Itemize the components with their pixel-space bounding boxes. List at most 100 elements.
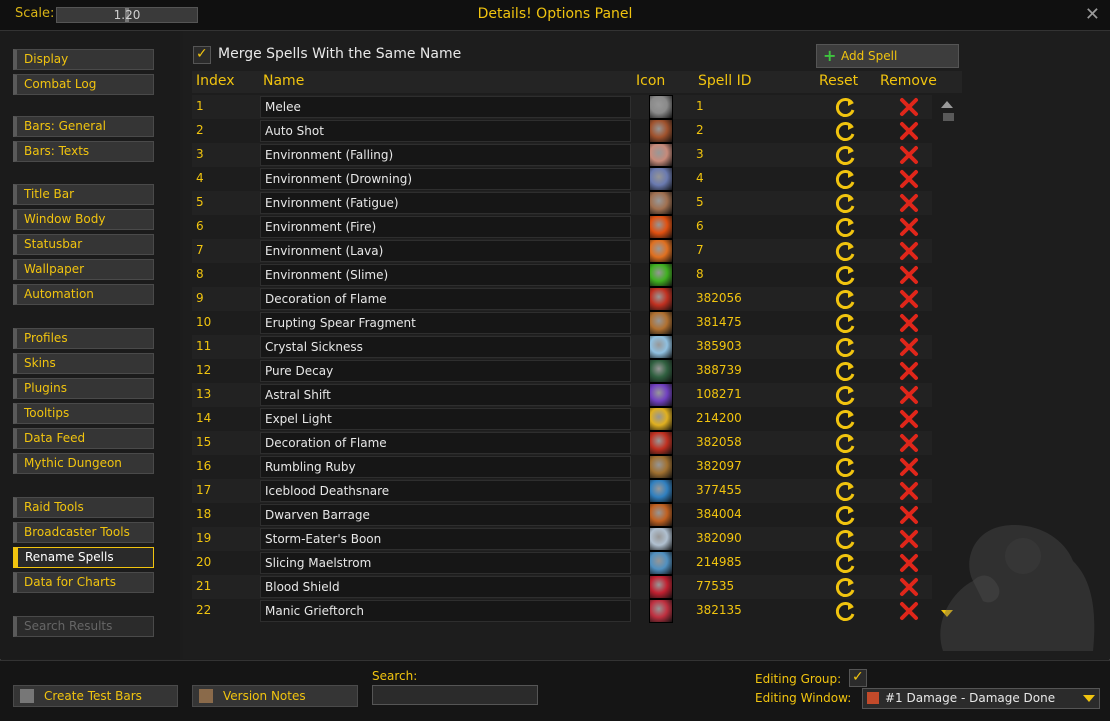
spell-name-field[interactable]: Blood Shield [260,576,631,598]
reset-icon[interactable] [834,599,858,623]
sidebar-item-broadcaster-tools[interactable]: Broadcaster Tools [13,522,154,543]
spell-name-field[interactable]: Environment (Drowning) [260,168,631,190]
reset-icon[interactable] [834,143,858,167]
spell-name-field[interactable]: Slicing Maelstrom [260,552,631,574]
remove-icon[interactable] [897,479,921,503]
sidebar-item-tooltips[interactable]: Tooltips [13,403,154,424]
reset-icon[interactable] [834,575,858,599]
remove-icon[interactable] [897,119,921,143]
reset-icon[interactable] [834,455,858,479]
reset-icon[interactable] [834,551,858,575]
remove-icon[interactable] [897,431,921,455]
remove-icon[interactable] [897,95,921,119]
add-spell-button[interactable]: + Add Spell [816,44,959,68]
remove-icon[interactable] [897,383,921,407]
reset-icon[interactable] [834,335,858,359]
remove-icon[interactable] [897,215,921,239]
remove-icon[interactable] [897,407,921,431]
reset-icon[interactable] [834,191,858,215]
check-icon: ✓ [852,669,864,685]
spell-name-field[interactable]: Environment (Falling) [260,144,631,166]
remove-icon[interactable] [897,263,921,287]
spell-id: 77535 [696,579,735,593]
reset-icon[interactable] [834,287,858,311]
remove-icon[interactable] [897,143,921,167]
reset-icon[interactable] [834,311,858,335]
editing-group-checkbox[interactable]: ✓ [849,669,867,687]
spell-name-field[interactable]: Astral Shift [260,384,631,406]
remove-icon[interactable] [897,335,921,359]
reset-icon[interactable] [834,527,858,551]
spell-name-field[interactable]: Erupting Spear Fragment [260,312,631,334]
sidebar-item-data-feed[interactable]: Data Feed [13,428,154,449]
remove-icon[interactable] [897,359,921,383]
sidebar-item-title-bar[interactable]: Title Bar [13,184,154,205]
reset-icon[interactable] [834,263,858,287]
sidebar-item-display[interactable]: Display [13,49,154,70]
sidebar-item-wallpaper[interactable]: Wallpaper [13,259,154,280]
row-index: 5 [196,195,204,209]
reset-icon[interactable] [834,95,858,119]
sidebar-item-profiles[interactable]: Profiles [13,328,154,349]
remove-icon[interactable] [897,239,921,263]
sidebar-item-mythic-dungeon[interactable]: Mythic Dungeon [13,453,154,474]
spell-name-field[interactable]: Rumbling Ruby [260,456,631,478]
spell-name-field[interactable]: Auto Shot [260,120,631,142]
editing-window-dropdown[interactable]: #1 Damage - Damage Done [862,688,1100,709]
reset-icon[interactable] [834,407,858,431]
create-test-bars-button[interactable]: Create Test Bars [13,685,178,707]
sidebar-item-raid-tools[interactable]: Raid Tools [13,497,154,518]
reset-icon[interactable] [834,479,858,503]
merge-checkbox[interactable]: ✓ [193,46,211,64]
spell-name-field[interactable]: Environment (Fire) [260,216,631,238]
remove-icon[interactable] [897,311,921,335]
reset-icon[interactable] [834,359,858,383]
scrollbar-thumb[interactable] [943,113,954,121]
remove-icon[interactable] [897,455,921,479]
search-input[interactable] [372,685,538,705]
reset-icon[interactable] [834,215,858,239]
spell-name-field[interactable]: Environment (Slime) [260,264,631,286]
sidebar-item-plugins[interactable]: Plugins [13,378,154,399]
reset-icon[interactable] [834,167,858,191]
spell-name-field[interactable]: Melee [260,96,631,118]
remove-icon[interactable] [897,287,921,311]
sidebar-item-bars-general[interactable]: Bars: General [13,116,154,137]
reset-icon[interactable] [834,119,858,143]
spell-name-field[interactable]: Dwarven Barrage [260,504,631,526]
spell-name-field[interactable]: Storm-Eater's Boon [260,528,631,550]
remove-icon[interactable] [897,167,921,191]
spell-name-field[interactable]: Environment (Lava) [260,240,631,262]
spell-name-field[interactable]: Expel Light [260,408,631,430]
reset-icon[interactable] [834,431,858,455]
close-icon[interactable]: ✕ [1085,4,1100,25]
spell-name-field[interactable]: Decoration of Flame [260,432,631,454]
row-index: 2 [196,123,204,137]
scroll-up-icon[interactable] [941,101,953,108]
sidebar-item-search-results[interactable]: Search Results [13,616,154,637]
table-row: 15 Decoration of Flame 382058 [192,431,932,455]
sidebar-item-data-for-charts[interactable]: Data for Charts [13,572,154,593]
reset-icon[interactable] [834,503,858,527]
spell-name-field[interactable]: Environment (Fatigue) [260,192,631,214]
reset-icon[interactable] [834,239,858,263]
slime-icon [649,263,673,287]
sidebar-item-bars-texts[interactable]: Bars: Texts [13,141,154,162]
sidebar-item-skins[interactable]: Skins [13,353,154,374]
falling-icon [649,143,673,167]
version-notes-button[interactable]: Version Notes [192,685,358,707]
footer: Create Test Bars Version Notes Search: E… [0,660,1110,721]
spell-name-field[interactable]: Pure Decay [260,360,631,382]
reset-icon[interactable] [834,383,858,407]
sidebar-item-automation[interactable]: Automation [13,284,154,305]
sidebar-item-statusbar[interactable]: Statusbar [13,234,154,255]
spell-name-field[interactable]: Decoration of Flame [260,288,631,310]
spell-name-field[interactable]: Manic Grieftorch [260,600,631,622]
spell-name-field[interactable]: Iceblood Deathsnare [260,480,631,502]
spell-name-field[interactable]: Crystal Sickness [260,336,631,358]
row-index: 1 [196,99,204,113]
sidebar-item-rename-spells[interactable]: Rename Spells [13,547,154,568]
sidebar-item-combat-log[interactable]: Combat Log [13,74,154,95]
sidebar-item-window-body[interactable]: Window Body [13,209,154,230]
remove-icon[interactable] [897,191,921,215]
